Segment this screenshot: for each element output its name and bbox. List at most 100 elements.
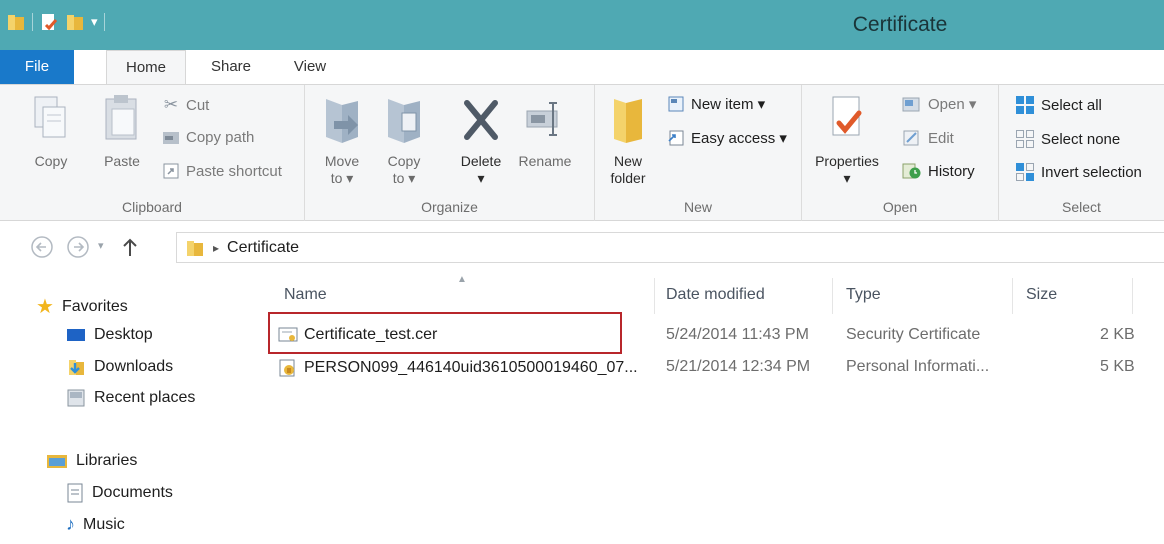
up-arrow-icon[interactable] xyxy=(120,236,140,258)
column-header-name[interactable]: Name xyxy=(284,286,327,304)
select-none-button[interactable]: Select none xyxy=(1015,129,1120,149)
nav-item-documents[interactable]: Documents xyxy=(66,483,173,503)
move-to-button[interactable]: Move to ▾ xyxy=(319,93,365,187)
new-folder-button[interactable]: New folder xyxy=(603,93,653,187)
tab-file[interactable]: File xyxy=(0,50,74,84)
column-divider[interactable] xyxy=(1132,278,1133,314)
star-icon: ★ xyxy=(36,296,54,318)
breadcrumb-chevron-icon[interactable]: ▸ xyxy=(213,241,219,255)
address-bar[interactable]: ▸ Certificate xyxy=(176,232,1164,263)
file-name-cell: PERSON099_446140uid3610500019460_07... xyxy=(278,358,638,378)
new-label: New xyxy=(683,199,712,215)
tab-view[interactable]: View xyxy=(280,50,340,84)
open-group: Properties ▾ Open ▾ Edit History Open xyxy=(802,85,999,221)
rename-icon xyxy=(526,102,558,136)
cut-button[interactable]: ✂ Cut xyxy=(162,95,209,115)
edit-icon xyxy=(903,130,919,146)
file-type-cell: Security Certificate xyxy=(846,326,981,343)
copy-path-button[interactable]: Copy path xyxy=(162,129,254,146)
desktop-icon xyxy=(67,329,85,341)
nav-item-recent-places[interactable]: Recent places xyxy=(66,388,195,408)
column-header-type[interactable]: Type xyxy=(846,286,881,304)
personal-information-file-icon xyxy=(279,359,295,377)
history-icon xyxy=(902,163,921,179)
libraries-icon xyxy=(47,455,67,468)
delete-button[interactable]: Delete ▾ xyxy=(453,93,509,187)
column-divider[interactable] xyxy=(654,278,655,314)
copy-button[interactable]: Copy xyxy=(30,93,72,170)
paste-icon xyxy=(105,95,137,140)
clipboard-label: Clipboard xyxy=(122,199,182,215)
nav-item-music[interactable]: ♪ Music xyxy=(66,514,125,535)
select-label: Select xyxy=(1062,199,1101,215)
tab-home[interactable]: Home xyxy=(106,50,186,85)
paste-shortcut-button[interactable]: Paste shortcut xyxy=(162,162,282,180)
invert-selection-icon xyxy=(1016,163,1034,181)
copy-to-button[interactable]: Copy to ▾ xyxy=(381,93,427,187)
history-button[interactable]: History xyxy=(902,162,975,180)
ribbon-tabs: File Home Share View xyxy=(0,50,1164,85)
nav-item-favorites[interactable]: ★ Favorites xyxy=(36,294,128,319)
copy-to-icon xyxy=(388,99,420,143)
music-note-icon: ♪ xyxy=(66,514,75,534)
folder-icon xyxy=(614,99,642,143)
file-type-cell: Personal Informati... xyxy=(846,358,990,375)
tab-share[interactable]: Share xyxy=(196,50,266,84)
column-header-date-modified[interactable]: Date modified xyxy=(666,286,765,304)
column-divider[interactable] xyxy=(832,278,833,314)
navigation-pane: ★ Favorites Desktop Downloads Recent pla… xyxy=(0,274,262,544)
separator xyxy=(103,13,105,31)
properties-button[interactable]: Properties ▾ xyxy=(814,93,880,187)
scissors-icon: ✂ xyxy=(163,95,179,114)
open-button[interactable]: Open ▾ xyxy=(902,95,976,113)
properties-icon xyxy=(832,96,862,136)
properties-icon[interactable] xyxy=(39,12,59,32)
column-divider[interactable] xyxy=(1012,278,1013,314)
paste-button[interactable]: Paste xyxy=(98,93,146,170)
downloads-icon xyxy=(69,360,84,375)
breadcrumb-certificate[interactable]: Certificate xyxy=(227,239,299,257)
address-bar-row: ▾ ▸ Certificate xyxy=(0,222,1164,274)
open-icon xyxy=(902,97,920,112)
paste-shortcut-icon xyxy=(163,163,179,179)
new-folder-icon[interactable] xyxy=(65,12,85,32)
copy-icon xyxy=(34,96,66,138)
select-all-button[interactable]: Select all xyxy=(1015,95,1102,115)
nav-item-desktop[interactable]: Desktop xyxy=(66,326,153,344)
folder-icon xyxy=(187,240,203,256)
separator xyxy=(32,13,33,31)
file-row[interactable]: PERSON099_446140uid3610500019460_07... 5… xyxy=(262,354,1164,382)
file-list: ▲ Name Date modified Type Size Certifica… xyxy=(262,274,1164,544)
file-date-cell: 5/24/2014 11:43 PM xyxy=(666,326,809,343)
invert-selection-button[interactable]: Invert selection xyxy=(1015,162,1142,182)
back-arrow-icon[interactable] xyxy=(30,235,54,259)
sort-ascending-icon: ▲ xyxy=(457,274,467,285)
edit-button[interactable]: Edit xyxy=(902,129,954,147)
easy-access-icon xyxy=(668,130,684,146)
easy-access-button[interactable]: Easy access ▾ xyxy=(667,129,787,147)
move-to-icon xyxy=(326,99,358,143)
new-item-icon xyxy=(668,96,684,112)
recent-locations-chevron-icon[interactable]: ▾ xyxy=(98,239,104,252)
column-header-size[interactable]: Size xyxy=(1026,286,1057,304)
rename-button[interactable]: Rename xyxy=(513,93,577,170)
new-group: New folder New item ▾ Easy access ▾ New xyxy=(595,85,802,221)
file-size-cell: 2 KB xyxy=(1100,326,1135,343)
open-label: Open xyxy=(882,199,918,215)
copy-path-icon xyxy=(163,131,179,144)
organize-group: Move to ▾ Copy to ▾ Delete ▾ Rename Orga… xyxy=(305,85,595,221)
recent-places-icon xyxy=(67,389,85,407)
delete-icon xyxy=(464,100,498,140)
folder-icon[interactable] xyxy=(6,12,26,32)
file-date-cell: 5/21/2014 12:34 PM xyxy=(666,358,811,375)
customize-dropdown-icon[interactable]: ▾ xyxy=(91,14,98,30)
clipboard-group: Copy Paste ✂ Cut Copy path Paste shortcu… xyxy=(0,85,305,221)
nav-item-downloads[interactable]: Downloads xyxy=(66,357,173,377)
forward-arrow-icon[interactable] xyxy=(66,235,90,259)
new-item-button[interactable]: New item ▾ xyxy=(667,95,765,113)
ribbon: Copy Paste ✂ Cut Copy path Paste shortcu… xyxy=(0,84,1164,221)
highlight-box xyxy=(268,312,622,354)
file-size-cell: 5 KB xyxy=(1100,358,1135,375)
nav-item-libraries[interactable]: Libraries xyxy=(46,452,137,470)
select-group: Select all Select none Invert selection … xyxy=(999,85,1164,221)
